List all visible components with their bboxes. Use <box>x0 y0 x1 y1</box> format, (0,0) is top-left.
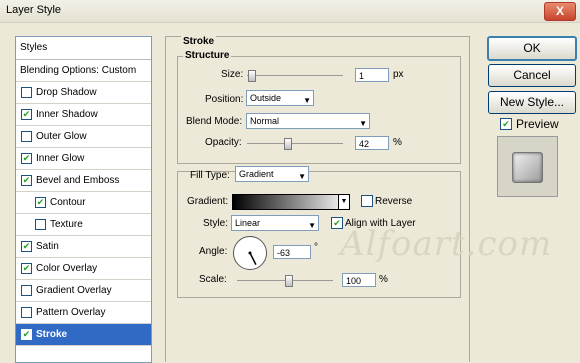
angle-dial[interactable] <box>233 236 267 270</box>
chevron-down-icon[interactable]: ▼ <box>338 194 350 210</box>
opacity-slider[interactable] <box>247 138 343 150</box>
style-item-checkbox[interactable]: ✔ <box>21 175 32 186</box>
fill-type-select[interactable]: Gradient ▼ <box>235 166 309 182</box>
style-item[interactable]: ✔ Bevel and Emboss <box>16 170 151 192</box>
close-button[interactable]: X <box>544 2 576 21</box>
angle-input[interactable]: -63 <box>273 245 311 259</box>
new-style-button[interactable]: New Style... <box>488 91 576 114</box>
style-item[interactable]: ✔ Satin <box>16 236 151 258</box>
style-item-label: Inner Shadow <box>36 109 98 120</box>
blend-mode-select[interactable]: Normal ▼ <box>246 113 370 129</box>
size-slider-thumb[interactable] <box>248 70 256 82</box>
size-unit: px <box>393 69 404 80</box>
scale-unit: % <box>379 274 388 285</box>
chevron-down-icon: ▼ <box>298 172 306 181</box>
scale-label: Scale: <box>199 274 227 285</box>
preview-checkbox[interactable]: ✔ <box>500 118 512 130</box>
size-label: Size: <box>221 69 244 80</box>
reverse-checkbox[interactable] <box>361 195 373 207</box>
position-value: Outside <box>250 93 282 103</box>
style-item-checkbox[interactable]: ✔ <box>21 329 32 340</box>
structure-title: Structure <box>183 50 232 61</box>
ok-button[interactable]: OK <box>487 36 577 61</box>
style-item-checkbox[interactable] <box>21 307 32 318</box>
stroke-section-title: Stroke <box>181 36 217 47</box>
style-item-label: Drop Shadow <box>36 87 97 98</box>
style-item-checkbox[interactable]: ✔ <box>35 197 46 208</box>
gradient-label: Gradient: <box>187 196 229 207</box>
style-item-label: Pattern Overlay <box>36 307 106 318</box>
gradient-picker[interactable]: ▼ <box>232 194 350 210</box>
title-bar: Layer Style X <box>0 0 580 23</box>
chevron-down-icon: ▼ <box>359 119 367 128</box>
opacity-label: Opacity: <box>205 137 242 148</box>
style-item[interactable]: ✔ Inner Glow <box>16 148 151 170</box>
angle-needle-icon <box>248 251 257 265</box>
blend-mode-label: Blend Mode: <box>186 116 243 127</box>
style-label: Style: <box>203 218 229 229</box>
style-item-label: Bevel and Emboss <box>36 175 120 186</box>
style-item-checkbox[interactable] <box>21 87 32 98</box>
style-item[interactable]: Pattern Overlay <box>16 302 151 324</box>
style-item-checkbox[interactable]: ✔ <box>21 263 32 274</box>
style-item-label: Blending Options: Custom <box>20 65 137 76</box>
window-title: Layer Style <box>6 4 62 16</box>
style-item-label: Gradient Overlay <box>36 285 112 296</box>
style-item-label: Stroke <box>36 329 68 340</box>
size-slider[interactable] <box>247 70 343 82</box>
style-item-checkbox[interactable] <box>21 131 32 142</box>
style-item[interactable]: Gradient Overlay <box>16 280 151 302</box>
style-item[interactable]: ✔ Inner Shadow <box>16 104 151 126</box>
style-preview <box>497 136 558 197</box>
style-item-label: Satin <box>36 241 59 252</box>
style-item-checkbox[interactable]: ✔ <box>21 109 32 120</box>
size-input[interactable]: 1 <box>355 68 389 82</box>
style-item[interactable]: Outer Glow <box>16 126 151 148</box>
position-select[interactable]: Outside ▼ <box>246 90 314 106</box>
style-item-label: Contour <box>50 197 86 208</box>
style-item[interactable]: Drop Shadow <box>16 82 151 104</box>
style-item-checkbox[interactable] <box>35 219 46 230</box>
style-item[interactable]: Texture <box>16 214 151 236</box>
style-item-checkbox[interactable]: ✔ <box>21 241 32 252</box>
style-item-checkbox[interactable]: ✔ <box>21 153 32 164</box>
cancel-button[interactable]: Cancel <box>488 64 576 87</box>
style-item-label: Inner Glow <box>36 153 85 164</box>
blend-mode-value: Normal <box>250 116 280 126</box>
preview-label: Preview <box>516 117 559 131</box>
gradient-style-select[interactable]: Linear ▼ <box>231 215 319 231</box>
fill-type-label: Fill Type: <box>190 170 230 181</box>
gradient-style-value: Linear <box>235 218 261 228</box>
style-item-label: Color Overlay <box>36 263 98 274</box>
styles-header[interactable]: Styles <box>16 37 151 60</box>
chevron-down-icon: ▼ <box>303 96 311 105</box>
opacity-input[interactable]: 42 <box>355 136 389 150</box>
fill-type-value: Gradient <box>239 169 274 179</box>
scale-input[interactable]: 100 <box>342 273 376 287</box>
scale-slider-thumb[interactable] <box>285 275 293 287</box>
style-item-label: Outer Glow <box>36 131 87 142</box>
style-item[interactable]: ✔ Contour <box>16 192 151 214</box>
chevron-down-icon: ▼ <box>308 221 316 230</box>
style-item[interactable]: Blending Options: Custom <box>16 60 151 82</box>
opacity-unit: % <box>393 137 402 148</box>
style-item-label: Texture <box>50 219 83 230</box>
opacity-slider-thumb[interactable] <box>284 138 292 150</box>
watermark-text: Alfoart.com <box>340 224 553 264</box>
styles-list: Styles Blending Options: Custom Drop Shad… <box>15 36 152 363</box>
reverse-label: Reverse <box>375 196 413 207</box>
angle-label: Angle: <box>199 246 228 257</box>
style-item[interactable]: ✔ Stroke <box>16 324 151 346</box>
style-item[interactable]: ✔ Color Overlay <box>16 258 151 280</box>
position-label: Position: <box>205 94 244 105</box>
angle-unit: ° <box>314 242 318 253</box>
scale-slider[interactable] <box>237 275 333 287</box>
preview-swatch <box>512 152 543 183</box>
style-item-checkbox[interactable] <box>21 285 32 296</box>
